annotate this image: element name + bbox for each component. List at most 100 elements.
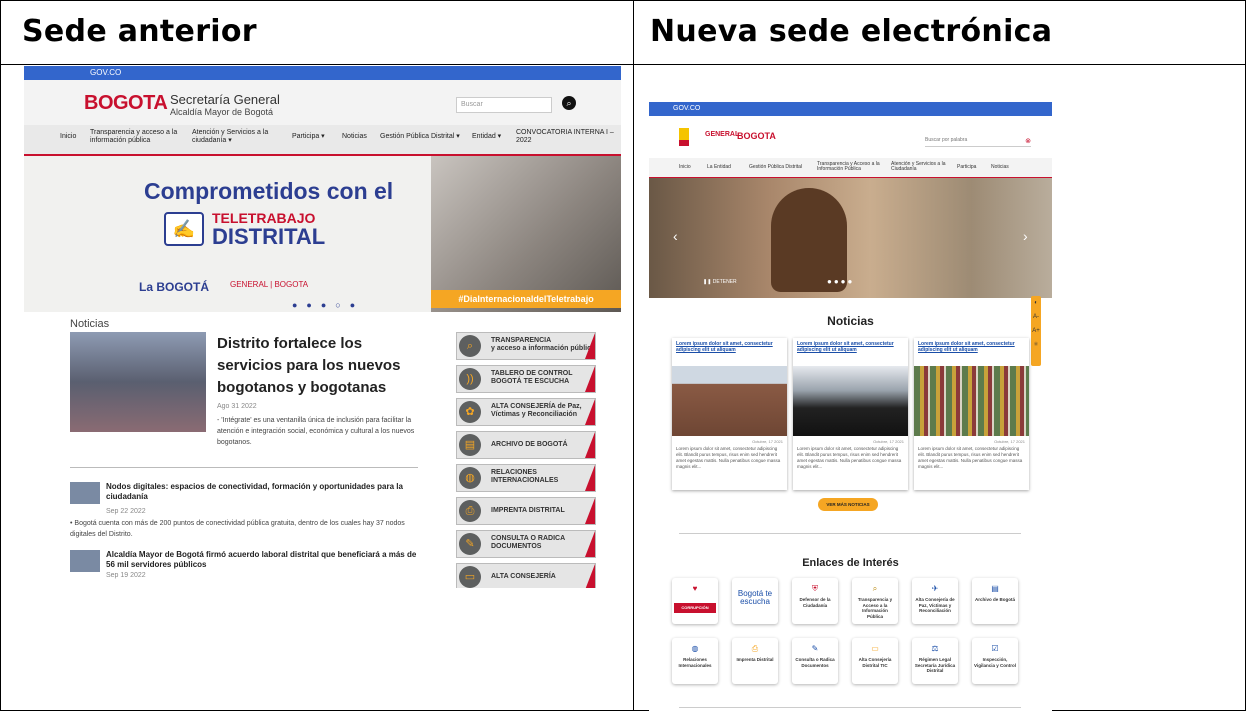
nav-item-atencion[interactable]: Atención y Servicios a la ciudadanía ▾ xyxy=(192,129,278,145)
news-card-image xyxy=(793,366,908,436)
nav-item-transparencia[interactable]: Transparencia y Acceso a la Información … xyxy=(817,162,883,172)
hero-hashtag: #DiaInternacionaldelTeletrabajo xyxy=(431,290,621,308)
sidebar-link-label: TABLERO DE CONTROL BOGOTÁ TE ESCUCHA xyxy=(491,370,573,385)
news-item-date: Sep 19 2022 xyxy=(106,572,146,579)
link-tile-imprenta[interactable]: ⎙ Imprenta Distrital xyxy=(732,638,778,684)
chevron-right-icon[interactable]: › xyxy=(1023,228,1028,244)
link-tile-corrupcion[interactable]: ♥ CORRUPCIÓN xyxy=(672,578,718,624)
news-divider xyxy=(70,467,418,468)
link-tile-bogota-escucha[interactable]: Bogotá te escucha xyxy=(732,578,778,624)
nav-item-convocatoria[interactable]: CONVOCATORIA INTERNA I – 2022 xyxy=(516,129,616,145)
sidebar-link-label: ALTA CONSEJERÍA xyxy=(491,573,556,580)
nav-item-participa[interactable]: Participa xyxy=(957,165,976,170)
nav-item-participa[interactable]: Participa ▾ xyxy=(292,133,325,141)
sidebar-link-consulta[interactable]: ✎ CONSULTA O RADICA DOCUMENTOS xyxy=(456,530,596,558)
sidebar-link-consejeria-paz[interactable]: ✿ ALTA CONSEJERÍA de Paz, Víctimas y Recon… xyxy=(456,398,596,426)
link-tile-defensor[interactable]: ⛨ Defensor de la Ciudadanía xyxy=(792,578,838,624)
link-tile-label: Imprenta Distrital xyxy=(736,657,774,662)
featured-news-photo[interactable] xyxy=(70,332,206,432)
old-site-header: BOGOTA Secretaría General Alcaldía Mayor… xyxy=(24,80,621,125)
news-card-title[interactable]: Lorem ipsum dolor sit amet, consectetur … xyxy=(918,341,1025,353)
sidebar-link-tablero[interactable]: )) TABLERO DE CONTROL BOGOTÁ TE ESCUCHA xyxy=(456,365,596,393)
link-tile-label: Consulta o Radica Documentos xyxy=(795,657,835,668)
slider-dots[interactable]: ●●●● xyxy=(827,277,854,286)
search-input[interactable]: Buscar por palabra ⊗ xyxy=(925,137,1031,147)
sidebar-link-consejeria[interactable]: ▭ ALTA CONSEJERÍA xyxy=(456,563,596,588)
accessibility-toolbar[interactable]: ◐ A- A+ ⚛ xyxy=(1031,296,1041,366)
search-input[interactable]: Buscar xyxy=(456,97,552,113)
secretaria-general-logo[interactable]: GENERAL xyxy=(705,131,739,138)
links-heading: Enlaces de Interés xyxy=(802,557,899,569)
featured-news-title[interactable]: Distrito fortalece los servicios para lo… xyxy=(217,333,427,399)
news-card-text: Lorem ipsum dolor sit amet, consectetur … xyxy=(918,446,1023,469)
news-item-title[interactable]: Nodos digitales: espacios de conectivida… xyxy=(106,482,424,502)
dove-icon: ✿ xyxy=(459,401,481,423)
sidebar-link-archivo[interactable]: ▤ ARCHIVO DE BOGOTÁ xyxy=(456,431,596,459)
laptop-icon: ▭ xyxy=(871,644,879,653)
gov-bar[interactable]: GOV.CO xyxy=(24,66,621,80)
hero-slider[interactable]: ‹ › ❚❚ DETENER ●●●● xyxy=(649,178,1052,298)
sidebar-link-label: ALTA CONSEJERÍA de Paz, Víctimas y Reconc… xyxy=(491,403,582,418)
globe-icon: ◍ xyxy=(459,467,481,489)
nav-item-gestion[interactable]: Gestión Pública Distrital xyxy=(749,165,802,170)
sidebar-link-label: TRANSPARENCIA y acceso a información públ… xyxy=(491,337,595,352)
new-site-nav: Inicio La Entidad Gestión Pública Distri… xyxy=(649,158,1052,178)
header-divider xyxy=(0,64,1246,65)
search-icon[interactable]: ⌕ xyxy=(562,96,576,110)
nav-item-entidad[interactable]: Entidad ▾ xyxy=(472,133,501,141)
link-tile-tic[interactable]: ▭ Alta Consejería Distrital TIC xyxy=(852,638,898,684)
link-tile-consulta[interactable]: ✎ Consulta o Radica Documentos xyxy=(792,638,838,684)
nav-item-transparencia[interactable]: Transparencia y acceso a la información … xyxy=(90,129,184,145)
nav-item-inicio[interactable]: Inicio xyxy=(679,165,691,170)
news-card-title[interactable]: Lorem ipsum dolor sit amet, consectetur … xyxy=(676,341,783,353)
news-card-date: Octubre, 17 2021 xyxy=(752,439,783,444)
nav-item-noticias[interactable]: Noticias xyxy=(342,133,367,141)
bogota-logo[interactable]: BOGOTA xyxy=(737,131,776,141)
link-tile-label: Régimen Legal Secretaría Jurídica Distri… xyxy=(914,657,956,673)
news-thumbnail xyxy=(70,550,100,572)
checklist-icon: ☑ xyxy=(991,644,999,653)
more-news-button[interactable]: VER MÁS NOTICIAS xyxy=(818,498,878,511)
chevron-left-icon[interactable]: ‹ xyxy=(673,228,678,244)
link-tile-regimen[interactable]: ⚖ Régimen Legal Secretaría Jurídica Dist… xyxy=(912,638,958,684)
column-divider xyxy=(633,0,634,711)
news-card-date: Octubre, 17 2021 xyxy=(873,439,904,444)
news-item-title[interactable]: Alcaldía Mayor de Bogotá firmó acuerdo l… xyxy=(106,550,424,570)
carousel-dots[interactable]: ●●●○● xyxy=(292,300,364,310)
shield-icon: ⛨ xyxy=(812,584,818,593)
link-tile-transparencia[interactable]: ⌕ Transparencia y Acceso a la Informació… xyxy=(852,578,898,624)
old-site-screenshot: GOV.CO BOGOTA Secretaría General Alcaldí… xyxy=(24,66,621,588)
site-title: Secretaría General Alcaldía Mayor de Bog… xyxy=(170,92,280,117)
news-card[interactable]: Lorem ipsum dolor sit amet, consectetur … xyxy=(672,338,787,490)
news-card[interactable]: Lorem ipsum dolor sit amet, consectetur … xyxy=(914,338,1029,490)
nav-item-atencion[interactable]: Atención y Servicios a la Ciudadanía xyxy=(891,162,947,172)
link-tile-archivo[interactable]: ▤ Archivo de Bogotá xyxy=(972,578,1018,624)
bogota-logo[interactable]: BOGOTA xyxy=(84,92,168,115)
document-icon: ✎ xyxy=(459,533,481,555)
news-card[interactable]: Lorem ipsum dolor sit amet, consectetur … xyxy=(793,338,908,490)
link-tile-label: Alta Consejería Distrital TIC xyxy=(858,657,892,668)
news-card-title[interactable]: Lorem ipsum dolor sit amet, consectetur … xyxy=(797,341,904,353)
link-tile-label: CORRUPCIÓN xyxy=(674,603,716,613)
news-card-image xyxy=(914,366,1029,436)
nav-item-inicio[interactable]: Inicio xyxy=(60,133,76,141)
hero-logos: GENERAL | BOGOTA xyxy=(230,280,309,289)
featured-news-date: Ago 31 2022 xyxy=(217,403,257,410)
pause-button[interactable]: ❚❚ DETENER xyxy=(703,279,737,285)
nav-item-noticias[interactable]: Noticias xyxy=(991,165,1009,170)
sidebar-link-transparencia[interactable]: ⌕ TRANSPARENCIA y acceso a información púb… xyxy=(456,332,596,360)
featured-news-desc: - 'Intégrate' es una ventanilla única de… xyxy=(217,417,415,446)
nav-item-gestion[interactable]: Gestión Pública Distrital ▾ xyxy=(380,133,460,141)
link-tile-relaciones[interactable]: ◍ Relaciones Internacionales xyxy=(672,638,718,684)
sidebar-link-relaciones[interactable]: ◍ RELACIONES INTERNACIONALES xyxy=(456,464,596,492)
link-tile-inspeccion[interactable]: ☑ Inspección, Vigilancia y Control xyxy=(972,638,1018,684)
hero-banner[interactable]: Comprometidos con el ✍ TELETRABAJO DISTR… xyxy=(24,156,621,312)
nav-item-entidad[interactable]: La Entidad xyxy=(707,165,731,170)
magnifier-icon: ⌕ xyxy=(872,584,878,593)
link-tile-paz[interactable]: ✈ Alta Consejería de Paz, Víctimas y Rec… xyxy=(912,578,958,624)
news-card-text: Lorem ipsum dolor sit amet, consectetur … xyxy=(676,446,781,469)
gov-bar[interactable]: GOV.CO xyxy=(649,102,1052,116)
search-icon[interactable]: ⊗ xyxy=(1025,137,1031,145)
news-heading: Noticias xyxy=(827,314,874,328)
sidebar-link-imprenta[interactable]: ⎙ IMPRENTA DISTRITAL xyxy=(456,497,596,525)
